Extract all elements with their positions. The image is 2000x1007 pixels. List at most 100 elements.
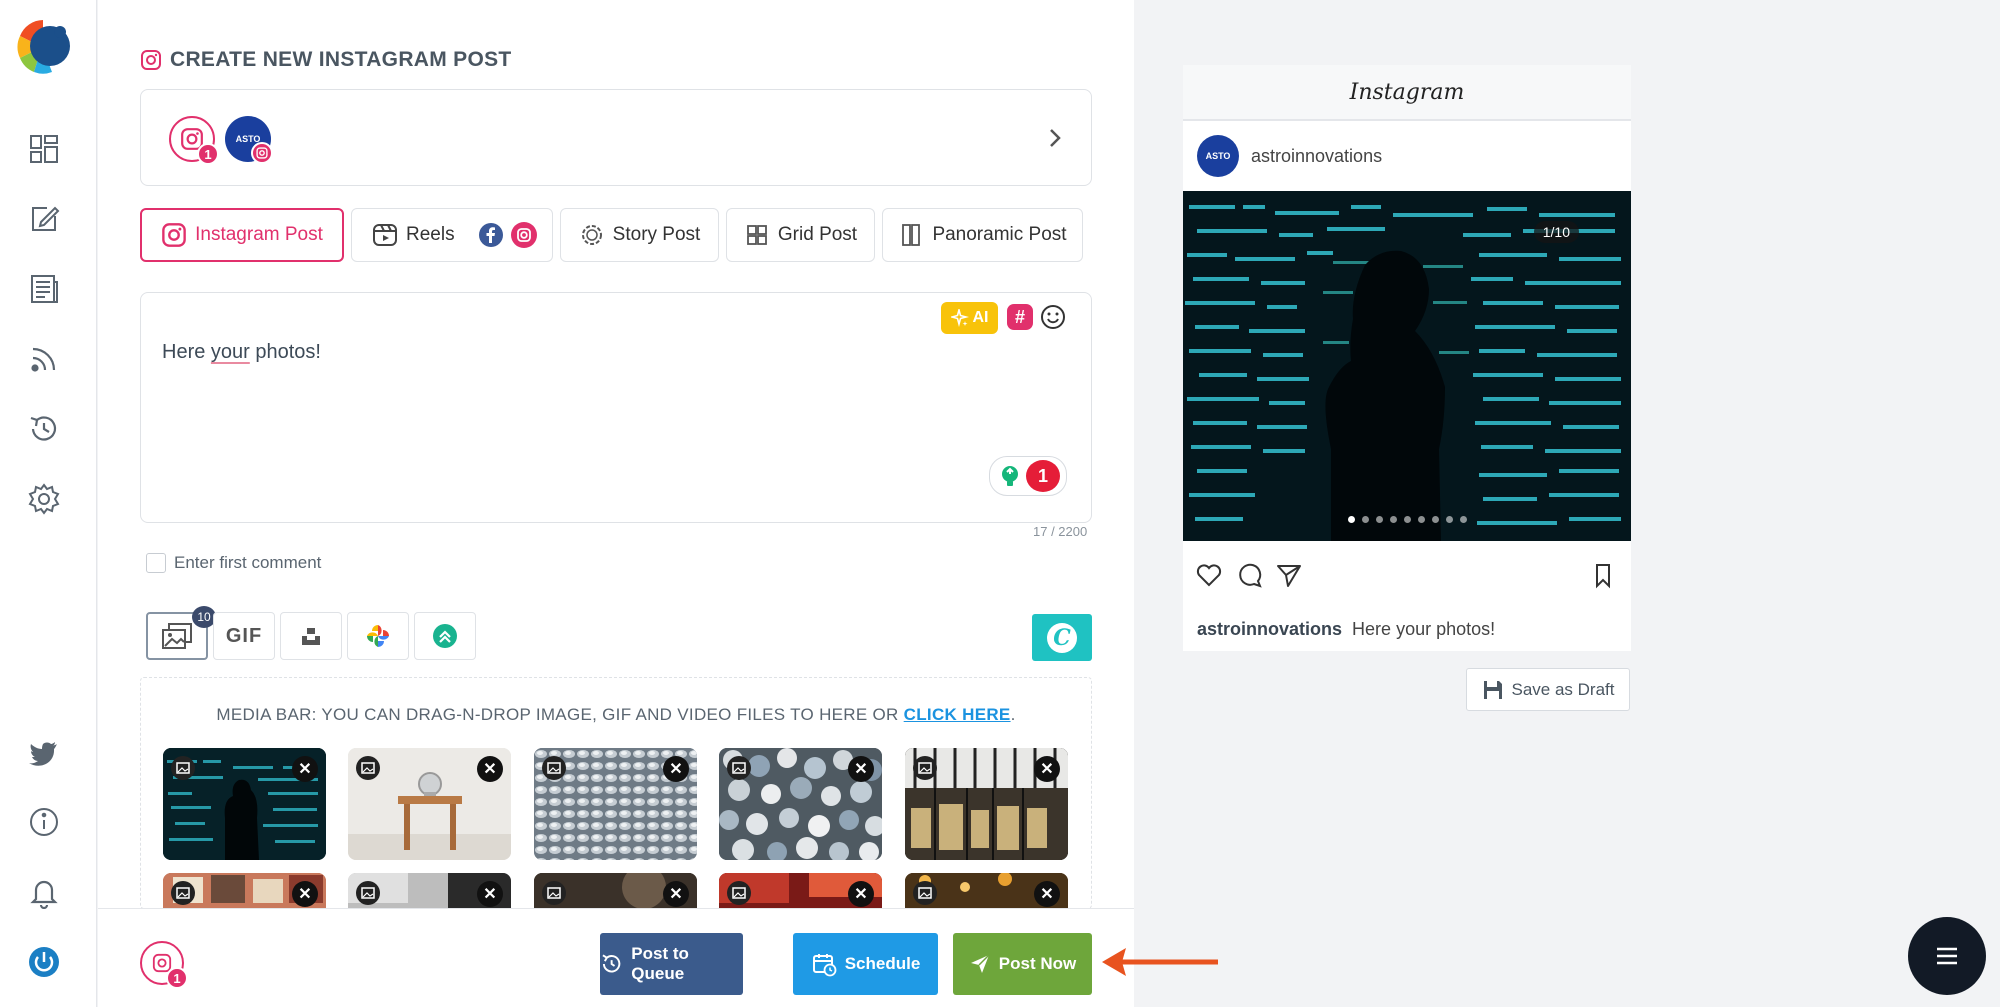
google-photos-button[interactable] — [347, 612, 409, 660]
ai-assist-button[interactable]: AI — [941, 302, 998, 334]
info-icon[interactable] — [22, 800, 66, 844]
tab-panoramic-post[interactable]: Panoramic Post — [882, 208, 1083, 262]
brand-account-avatar[interactable]: ASTO — [225, 116, 273, 164]
first-comment-checkbox[interactable] — [146, 553, 166, 573]
carousel-counter: 1/10 — [1533, 221, 1579, 243]
notification-bell-icon[interactable] — [22, 870, 66, 914]
comment-icon[interactable] — [1235, 561, 1263, 589]
app-logo[interactable] — [12, 14, 74, 80]
click-here-link[interactable]: CLICK HERE — [904, 705, 1011, 724]
post-now-label: Post Now — [998, 954, 1077, 973]
facebook-icon — [478, 223, 503, 247]
lightbulb-icon — [997, 463, 1023, 489]
floppy-disk-icon — [1483, 680, 1502, 699]
account-count-badge: 1 — [197, 143, 219, 165]
tab-grid-post[interactable]: Grid Post — [726, 208, 875, 262]
post-to-queue-button[interactable]: Post to Queue — [600, 933, 743, 995]
tab-label: Story Post — [612, 224, 701, 245]
canva-logo: C — [1047, 622, 1077, 653]
media-thumbnail[interactable]: ✕ — [905, 748, 1068, 860]
canva-button[interactable]: C — [1032, 614, 1092, 661]
character-counter: 17 / 2200 — [1033, 524, 1088, 539]
dashboard-icon[interactable] — [22, 127, 66, 171]
schedule-label: Schedule — [844, 954, 921, 973]
preview-image[interactable]: 1/10 — [1183, 191, 1631, 541]
image-type-icon — [171, 756, 195, 780]
queue-label: Post to Queue — [631, 944, 689, 983]
remove-media-button[interactable]: ✕ — [477, 881, 503, 907]
preview-avatar: ASTO — [1197, 135, 1239, 177]
sparkle-icon — [950, 309, 969, 327]
upgrade-media-button[interactable] — [414, 612, 476, 660]
media-thumbnail[interactable]: ✕ — [905, 873, 1068, 908]
post-now-button[interactable]: Post Now — [953, 933, 1092, 995]
rss-feed-icon[interactable] — [22, 337, 66, 381]
power-icon[interactable] — [22, 940, 66, 984]
settings-gear-icon[interactable] — [22, 477, 66, 521]
tab-story-post[interactable]: Story Post — [560, 208, 719, 262]
menu-button[interactable] — [1908, 917, 1986, 995]
caption-text[interactable]: Here your photos! — [162, 341, 321, 364]
caption-editor[interactable]: Here your photos! AI # 1 — [140, 292, 1092, 523]
bookmark-icon[interactable] — [1589, 561, 1617, 589]
carousel-dots[interactable] — [1183, 516, 1631, 523]
send-icon — [970, 954, 990, 973]
preview-username: astroinnovations — [1251, 145, 1383, 166]
heart-icon[interactable] — [1195, 561, 1223, 589]
remove-media-button[interactable]: ✕ — [477, 756, 503, 782]
share-icon[interactable] — [1275, 561, 1303, 589]
media-thumbnail[interactable]: ✕ — [719, 748, 882, 860]
remove-media-button[interactable]: ✕ — [663, 756, 689, 782]
tab-instagram-post[interactable]: Instagram Post — [140, 208, 344, 262]
remove-media-button[interactable]: ✕ — [663, 881, 689, 907]
media-library-button[interactable]: 10 — [146, 606, 216, 660]
remove-media-button[interactable]: ✕ — [1034, 881, 1060, 907]
unsplash-button[interactable] — [280, 612, 342, 660]
instagram-icon — [162, 223, 186, 247]
image-type-icon — [542, 881, 566, 905]
media-thumbnail[interactable]: ✕ — [719, 873, 882, 908]
instagram-icon — [141, 50, 161, 70]
media-bar-hint: MEDIA BAR: YOU CAN DRAG-N-DROP IMAGE, GI… — [141, 705, 1091, 725]
remove-media-button[interactable]: ✕ — [848, 881, 874, 907]
remove-media-button[interactable]: ✕ — [848, 756, 874, 782]
image-type-icon — [913, 756, 937, 780]
tab-label: Grid Post — [777, 224, 858, 245]
remove-media-button[interactable]: ✕ — [292, 881, 318, 907]
media-thumbnail[interactable]: ✕ — [534, 748, 697, 860]
queue-clock-icon — [602, 954, 621, 973]
twitter-icon[interactable] — [22, 730, 66, 774]
remove-media-button[interactable]: ✕ — [292, 756, 318, 782]
gif-button[interactable]: GIF — [213, 612, 275, 660]
ai-label: AI — [972, 309, 989, 326]
account-count-badge: 1 — [166, 967, 188, 989]
tab-label: Instagram Post — [195, 224, 323, 245]
hamburger-menu-icon — [1937, 947, 1957, 965]
selected-account-avatar[interactable]: 1 — [140, 941, 188, 989]
history-icon[interactable] — [22, 407, 66, 451]
instagram-account-avatar[interactable]: 1 — [169, 116, 219, 165]
action-bar: 1 Post to Queue Schedule Post Now — [98, 908, 1134, 1007]
posts-list-icon[interactable] — [22, 267, 66, 311]
schedule-button[interactable]: Schedule — [793, 933, 938, 995]
tab-reels[interactable]: Reels — [351, 208, 553, 262]
media-thumbnail[interactable]: ✕ — [163, 748, 326, 860]
media-dropzone[interactable]: MEDIA BAR: YOU CAN DRAG-N-DROP IMAGE, GI… — [140, 677, 1092, 909]
media-thumbnail[interactable]: ✕ — [348, 873, 511, 908]
page-title: CREATE NEW INSTAGRAM POST — [170, 48, 512, 71]
remove-media-button[interactable]: ✕ — [1034, 756, 1060, 782]
media-thumbnail[interactable]: ✕ — [534, 873, 697, 908]
first-comment-option[interactable]: Enter first comment — [146, 553, 321, 573]
compose-icon[interactable] — [22, 197, 66, 241]
emoji-icon[interactable] — [1039, 303, 1067, 331]
preview-caption: astroinnovations Here your photos! — [1197, 619, 1495, 640]
chevron-right-icon[interactable] — [1043, 126, 1067, 150]
media-thumbnail[interactable]: ✕ — [348, 748, 511, 860]
media-thumbnail[interactable]: ✕ — [163, 873, 326, 908]
sidebar — [0, 0, 97, 1007]
save-as-draft-button[interactable]: Save as Draft — [1466, 668, 1630, 711]
instagram-icon — [510, 222, 537, 248]
account-selector[interactable]: 1 ASTO — [140, 89, 1092, 186]
hashtag-button[interactable]: # — [1007, 304, 1033, 330]
writing-assistant-button[interactable]: 1 — [989, 456, 1067, 496]
